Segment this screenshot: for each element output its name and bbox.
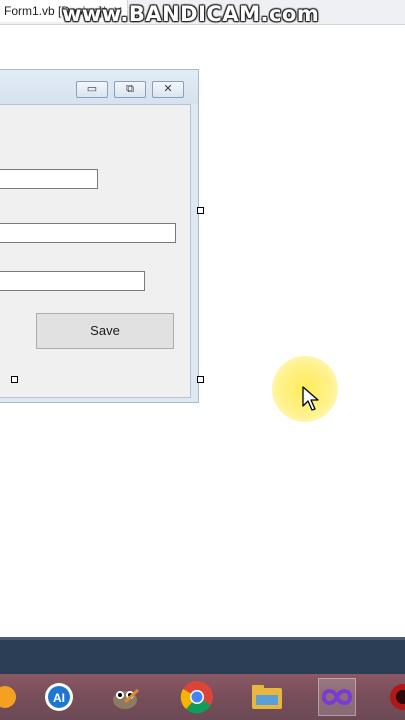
close-button[interactable]: ✕ [152,81,184,98]
form-client-area[interactable] [0,104,191,398]
form-titlebar[interactable]: ▭ ⧉ ✕ [0,70,198,104]
textbox-2[interactable] [0,223,176,243]
paint-3d-icon[interactable]: AI [40,678,78,716]
file-explorer-icon[interactable] [248,678,286,716]
save-button[interactable]: Save [36,313,174,349]
gimp-icon[interactable] [106,678,144,716]
document-tab-strip: Form1.vb [Design]* ✕ www.BANDICAM.com [0,0,405,26]
chrome-icon[interactable] [178,678,216,716]
resize-handle-bottom-right[interactable] [197,376,204,383]
maximize-button[interactable]: ⧉ [114,81,146,98]
svg-text:AI: AI [53,691,65,705]
resize-handle-bottom[interactable] [11,376,18,383]
designer-surface[interactable]: ▭ ⧉ ✕ Save [0,25,405,637]
form-window[interactable]: ▭ ⧉ ✕ [0,69,199,403]
status-bar [0,637,405,674]
app-icon-partial[interactable] [0,678,24,716]
bandicam-watermark: www.BANDICAM.com [62,2,320,26]
taskbar: AI [0,674,405,720]
textbox-1[interactable] [0,169,98,189]
mouse-pointer-icon [302,386,319,411]
resize-handle-right[interactable] [197,207,204,214]
bandicam-icon[interactable] [384,678,405,716]
minimize-button[interactable]: ▭ [76,81,108,98]
visual-studio-icon[interactable] [318,678,356,716]
textbox-3[interactable] [0,271,145,291]
